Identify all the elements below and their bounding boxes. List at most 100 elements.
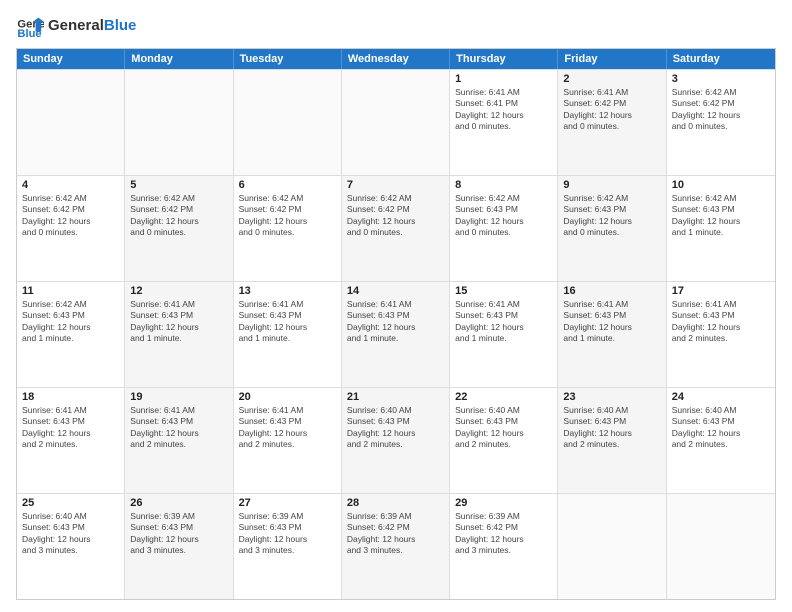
day-23-line-3: and 2 minutes. bbox=[563, 439, 660, 450]
day-9-line-1: Sunset: 6:43 PM bbox=[563, 204, 660, 215]
day-1-line-3: and 0 minutes. bbox=[455, 121, 552, 132]
day-8-line-0: Sunrise: 6:42 AM bbox=[455, 193, 552, 204]
day-19-line-2: Daylight: 12 hours bbox=[130, 428, 227, 439]
day-28-line-1: Sunset: 6:42 PM bbox=[347, 522, 444, 533]
week-row-5: 25Sunrise: 6:40 AMSunset: 6:43 PMDayligh… bbox=[17, 493, 775, 599]
day-25-line-0: Sunrise: 6:40 AM bbox=[22, 511, 119, 522]
header-monday: Monday bbox=[125, 49, 233, 69]
header-wednesday: Wednesday bbox=[342, 49, 450, 69]
header: General Blue GeneralBlue bbox=[16, 12, 776, 40]
calendar-header: Sunday Monday Tuesday Wednesday Thursday… bbox=[17, 49, 775, 69]
header-thursday: Thursday bbox=[450, 49, 558, 69]
day-2-line-3: and 0 minutes. bbox=[563, 121, 660, 132]
day-26: 26Sunrise: 6:39 AMSunset: 6:43 PMDayligh… bbox=[125, 494, 233, 599]
day-21-line-3: and 2 minutes. bbox=[347, 439, 444, 450]
day-9-line-2: Daylight: 12 hours bbox=[563, 216, 660, 227]
logo-general: General bbox=[48, 17, 104, 34]
day-17-line-2: Daylight: 12 hours bbox=[672, 322, 770, 333]
day-27-line-1: Sunset: 6:43 PM bbox=[239, 522, 336, 533]
day-number-13: 13 bbox=[239, 285, 336, 297]
day-29-line-3: and 3 minutes. bbox=[455, 545, 552, 556]
day-2: 2Sunrise: 6:41 AMSunset: 6:42 PMDaylight… bbox=[558, 70, 666, 175]
day-7-line-3: and 0 minutes. bbox=[347, 227, 444, 238]
day-number-29: 29 bbox=[455, 497, 552, 509]
day-22-line-3: and 2 minutes. bbox=[455, 439, 552, 450]
day-3-line-0: Sunrise: 6:42 AM bbox=[672, 87, 770, 98]
day-12-line-2: Daylight: 12 hours bbox=[130, 322, 227, 333]
day-24: 24Sunrise: 6:40 AMSunset: 6:43 PMDayligh… bbox=[667, 388, 775, 493]
day-7-line-2: Daylight: 12 hours bbox=[347, 216, 444, 227]
day-6-line-2: Daylight: 12 hours bbox=[239, 216, 336, 227]
empty-cell-0-1 bbox=[125, 70, 233, 175]
day-10-line-2: Daylight: 12 hours bbox=[672, 216, 770, 227]
day-11-line-1: Sunset: 6:43 PM bbox=[22, 310, 119, 321]
day-3-line-2: Daylight: 12 hours bbox=[672, 110, 770, 121]
day-9-line-3: and 0 minutes. bbox=[563, 227, 660, 238]
day-27-line-2: Daylight: 12 hours bbox=[239, 534, 336, 545]
day-5-line-2: Daylight: 12 hours bbox=[130, 216, 227, 227]
calendar: Sunday Monday Tuesday Wednesday Thursday… bbox=[16, 48, 776, 600]
day-26-line-0: Sunrise: 6:39 AM bbox=[130, 511, 227, 522]
day-20-line-3: and 2 minutes. bbox=[239, 439, 336, 450]
day-23: 23Sunrise: 6:40 AMSunset: 6:43 PMDayligh… bbox=[558, 388, 666, 493]
day-number-4: 4 bbox=[22, 179, 119, 191]
day-number-12: 12 bbox=[130, 285, 227, 297]
day-number-23: 23 bbox=[563, 391, 660, 403]
day-29-line-0: Sunrise: 6:39 AM bbox=[455, 511, 552, 522]
day-15: 15Sunrise: 6:41 AMSunset: 6:43 PMDayligh… bbox=[450, 282, 558, 387]
page: General Blue GeneralBlue Sunday Monday T… bbox=[0, 0, 792, 612]
day-18-line-1: Sunset: 6:43 PM bbox=[22, 416, 119, 427]
day-13-line-2: Daylight: 12 hours bbox=[239, 322, 336, 333]
day-1-line-0: Sunrise: 6:41 AM bbox=[455, 87, 552, 98]
day-24-line-0: Sunrise: 6:40 AM bbox=[672, 405, 770, 416]
day-10-line-1: Sunset: 6:43 PM bbox=[672, 204, 770, 215]
day-number-9: 9 bbox=[563, 179, 660, 191]
header-friday: Friday bbox=[558, 49, 666, 69]
day-13-line-0: Sunrise: 6:41 AM bbox=[239, 299, 336, 310]
week-row-2: 4Sunrise: 6:42 AMSunset: 6:42 PMDaylight… bbox=[17, 175, 775, 281]
day-16-line-0: Sunrise: 6:41 AM bbox=[563, 299, 660, 310]
day-29-line-2: Daylight: 12 hours bbox=[455, 534, 552, 545]
day-3: 3Sunrise: 6:42 AMSunset: 6:42 PMDaylight… bbox=[667, 70, 775, 175]
day-12-line-0: Sunrise: 6:41 AM bbox=[130, 299, 227, 310]
day-number-11: 11 bbox=[22, 285, 119, 297]
calendar-body: 1Sunrise: 6:41 AMSunset: 6:41 PMDaylight… bbox=[17, 69, 775, 599]
empty-cell-4-6 bbox=[667, 494, 775, 599]
day-11-line-2: Daylight: 12 hours bbox=[22, 322, 119, 333]
day-6-line-0: Sunrise: 6:42 AM bbox=[239, 193, 336, 204]
day-5-line-3: and 0 minutes. bbox=[130, 227, 227, 238]
day-15-line-2: Daylight: 12 hours bbox=[455, 322, 552, 333]
day-number-17: 17 bbox=[672, 285, 770, 297]
day-number-22: 22 bbox=[455, 391, 552, 403]
day-number-25: 25 bbox=[22, 497, 119, 509]
week-row-3: 11Sunrise: 6:42 AMSunset: 6:43 PMDayligh… bbox=[17, 281, 775, 387]
day-9-line-0: Sunrise: 6:42 AM bbox=[563, 193, 660, 204]
day-number-6: 6 bbox=[239, 179, 336, 191]
empty-cell-0-3 bbox=[342, 70, 450, 175]
day-21-line-1: Sunset: 6:43 PM bbox=[347, 416, 444, 427]
day-11: 11Sunrise: 6:42 AMSunset: 6:43 PMDayligh… bbox=[17, 282, 125, 387]
day-15-line-3: and 1 minute. bbox=[455, 333, 552, 344]
day-18: 18Sunrise: 6:41 AMSunset: 6:43 PMDayligh… bbox=[17, 388, 125, 493]
day-17: 17Sunrise: 6:41 AMSunset: 6:43 PMDayligh… bbox=[667, 282, 775, 387]
header-tuesday: Tuesday bbox=[234, 49, 342, 69]
day-4-line-2: Daylight: 12 hours bbox=[22, 216, 119, 227]
day-22-line-0: Sunrise: 6:40 AM bbox=[455, 405, 552, 416]
day-8-line-3: and 0 minutes. bbox=[455, 227, 552, 238]
day-15-line-0: Sunrise: 6:41 AM bbox=[455, 299, 552, 310]
day-26-line-2: Daylight: 12 hours bbox=[130, 534, 227, 545]
day-number-27: 27 bbox=[239, 497, 336, 509]
day-number-16: 16 bbox=[563, 285, 660, 297]
day-18-line-3: and 2 minutes. bbox=[22, 439, 119, 450]
day-16-line-3: and 1 minute. bbox=[563, 333, 660, 344]
day-25-line-1: Sunset: 6:43 PM bbox=[22, 522, 119, 533]
day-17-line-0: Sunrise: 6:41 AM bbox=[672, 299, 770, 310]
day-number-21: 21 bbox=[347, 391, 444, 403]
day-8: 8Sunrise: 6:42 AMSunset: 6:43 PMDaylight… bbox=[450, 176, 558, 281]
day-21-line-2: Daylight: 12 hours bbox=[347, 428, 444, 439]
day-16: 16Sunrise: 6:41 AMSunset: 6:43 PMDayligh… bbox=[558, 282, 666, 387]
day-18-line-0: Sunrise: 6:41 AM bbox=[22, 405, 119, 416]
day-20-line-1: Sunset: 6:43 PM bbox=[239, 416, 336, 427]
day-7-line-0: Sunrise: 6:42 AM bbox=[347, 193, 444, 204]
day-number-10: 10 bbox=[672, 179, 770, 191]
